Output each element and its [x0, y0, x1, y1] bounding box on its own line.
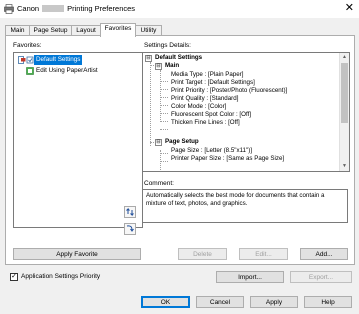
collapse-toggle-icon[interactable]: ⊟	[155, 63, 162, 70]
tree-connector	[160, 105, 168, 106]
tree-connector	[160, 113, 168, 114]
printer-app-icon	[4, 4, 14, 14]
favorites-list[interactable]: Default Settings Edit Using PaperArtist	[13, 52, 143, 228]
delete-button[interactable]: Delete	[178, 248, 227, 260]
favorites-label: Favorites:	[13, 42, 42, 49]
tree-connector	[160, 89, 168, 90]
move-up-icon[interactable]	[124, 206, 136, 218]
tree-connector	[160, 129, 168, 130]
favorites-panel: Favorites: Default Settings Edit Using P…	[5, 35, 355, 265]
paperartist-icon	[26, 67, 34, 75]
move-down-icon[interactable]	[124, 223, 136, 235]
title-suffix: Printing Preferences	[67, 4, 136, 13]
tree-leaf: Print Target : [Default Settings]	[171, 79, 255, 86]
app-settings-priority-label: Application Settings Priority	[21, 273, 101, 280]
tree-leaf: Print Quality : [Standard]	[171, 95, 239, 102]
tree-leaf: Fluorescent Spot Color : [Off]	[171, 111, 252, 118]
tree-leaf: Printer Paper Size : [Same as Page Size]	[171, 155, 285, 162]
import-button[interactable]: Import...	[216, 271, 284, 283]
vertical-scrollbar[interactable]: ▲ ▼	[339, 53, 349, 171]
title-prefix: Canon	[17, 4, 40, 13]
tree-leaf: Media Type : [Plain Paper]	[171, 71, 244, 78]
tree-leaf: Page Size : [Letter (8.5"x11")]	[171, 147, 252, 154]
tree-connector	[160, 97, 168, 98]
tab-favorites[interactable]: Favorites	[100, 23, 136, 37]
comment-label: Comment:	[144, 180, 174, 187]
scroll-thumb[interactable]	[341, 63, 348, 123]
redacted-model-name	[42, 5, 65, 12]
scroll-up-icon[interactable]: ▲	[340, 53, 349, 61]
tree-connector	[160, 161, 168, 162]
tree-node-main: Main	[165, 62, 180, 69]
comment-box: Automatically selects the best mode for …	[142, 189, 348, 223]
tree-leaf: Print Priority : [Poster/Photo (Fluoresc…	[171, 87, 288, 94]
tree-connector	[160, 70, 161, 122]
settings-details-label: Settings Details:	[144, 42, 191, 49]
collapse-toggle-icon[interactable]: ⊟	[145, 55, 152, 62]
pin-icon	[26, 56, 34, 64]
title-bar: Canon Printing Preferences ✕	[0, 0, 359, 18]
tree-node-default-settings: Default Settings	[155, 54, 203, 61]
tree-connector	[160, 81, 168, 82]
apply-favorite-button[interactable]: Apply Favorite	[13, 248, 141, 260]
ok-button[interactable]: OK	[141, 296, 190, 308]
settings-details-tree[interactable]: ⊟ Default Settings ⊟ Main Media Type : […	[142, 52, 350, 172]
list-item-default-settings[interactable]: Default Settings	[16, 55, 138, 65]
tree-node-page-setup: Page Setup	[165, 138, 199, 145]
list-item-label: Default Settings	[34, 55, 83, 65]
tree-connector	[160, 153, 168, 154]
tree-connector	[160, 121, 168, 122]
app-settings-priority-checkbox[interactable]: ✓	[10, 273, 18, 281]
export-button[interactable]: Export...	[290, 271, 352, 283]
tree-leaf: Color Mode : [Color]	[171, 103, 227, 110]
window-title: Canon Printing Preferences	[17, 4, 135, 13]
apply-button[interactable]: Apply	[250, 296, 298, 308]
scroll-down-icon[interactable]: ▼	[340, 162, 349, 170]
edit-button[interactable]: Edit...	[239, 248, 288, 260]
printer-settings-icon	[18, 56, 26, 64]
list-item-label: Edit Using PaperArtist	[36, 67, 98, 74]
tree-connector	[150, 62, 151, 146]
cancel-button[interactable]: Cancel	[196, 296, 244, 308]
list-item-edit-using-paperartist[interactable]: Edit Using PaperArtist	[16, 66, 138, 76]
close-icon[interactable]: ✕	[345, 2, 354, 14]
tree-leaf: Thicken Fine Lines : [Off]	[171, 119, 240, 126]
help-button[interactable]: Help	[304, 296, 352, 308]
collapse-toggle-icon[interactable]: ⊟	[155, 139, 162, 146]
add-button[interactable]: Add...	[300, 248, 348, 260]
